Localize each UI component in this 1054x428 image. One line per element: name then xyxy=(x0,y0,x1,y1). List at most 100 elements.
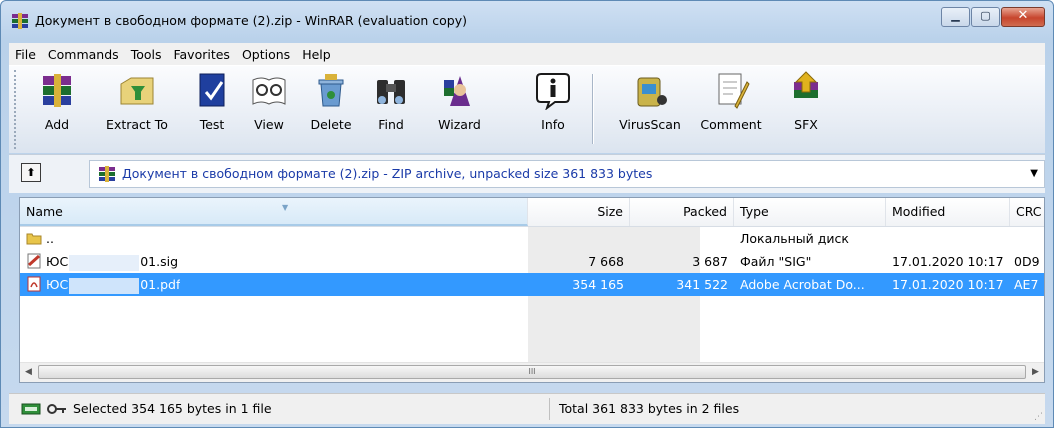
winrar-app-icon xyxy=(12,13,28,29)
menu-file[interactable]: File xyxy=(9,47,42,62)
wizard-button[interactable]: Wizard xyxy=(427,70,492,148)
maximize-icon: ▢ xyxy=(980,9,991,22)
scroll-thumb[interactable]: III xyxy=(38,365,1026,379)
toolbar: Add Extract To Test View Delete Find Wiz… xyxy=(9,65,1045,153)
wizard-icon xyxy=(443,76,470,106)
status-total-text: Total 361 833 bytes in 2 files xyxy=(559,401,740,416)
find-binoculars-icon xyxy=(377,80,405,104)
extract-to-button[interactable]: Extract To xyxy=(97,70,177,148)
column-header-type[interactable]: Type xyxy=(734,198,886,226)
window-title: Документ в свободном формате (2).zip - W… xyxy=(35,13,467,28)
column-header-modified[interactable]: Modified xyxy=(886,198,1010,226)
minimize-icon: ▁ xyxy=(951,9,960,22)
wizard-label: Wizard xyxy=(438,117,481,132)
info-button[interactable]: Info xyxy=(531,70,575,148)
menu-commands[interactable]: Commands xyxy=(42,47,125,62)
info-label: Info xyxy=(541,117,565,132)
menu-options[interactable]: Options xyxy=(236,47,296,62)
view-button[interactable]: View xyxy=(244,70,294,148)
test-icon xyxy=(199,73,225,107)
thumb-grip: III xyxy=(528,367,536,376)
file-name: ЮС 01.sig xyxy=(46,250,178,273)
file-modified: 17.01.2020 10:17 xyxy=(892,277,1004,292)
scroll-left-icon[interactable]: ◀ xyxy=(20,363,37,382)
minimize-button[interactable]: ▁ xyxy=(941,7,970,27)
file-row-sig[interactable]: ЮС 01.sig 7 668 3 687 Файл "SIG" 17.01.20… xyxy=(20,250,1044,273)
column-crc-label: CRC xyxy=(1016,204,1042,219)
column-header-name[interactable]: ▼ Name xyxy=(20,198,528,226)
find-button[interactable]: Find xyxy=(366,70,416,148)
sort-indicator-icon: ▼ xyxy=(282,203,289,212)
resize-grip-icon[interactable]: ⋰ xyxy=(1034,412,1043,422)
menu-help[interactable]: Help xyxy=(296,47,337,62)
zip-archive-icon xyxy=(99,166,115,182)
file-packed: 341 522 xyxy=(676,277,728,292)
menu-bar: File Commands Tools Favorites Options He… xyxy=(9,43,1045,65)
horizontal-scrollbar[interactable]: ◀ III ▶ xyxy=(20,362,1044,382)
up-one-level-button[interactable]: ⬆ xyxy=(21,163,41,182)
toolbar-separator xyxy=(592,74,594,144)
comment-button[interactable]: Comment xyxy=(691,70,771,148)
file-name-end: 01.sig xyxy=(140,254,179,269)
virusscan-label: VirusScan xyxy=(619,117,681,132)
view-icon xyxy=(252,77,286,105)
file-list: ▼ Name Size Packed Type Modified CRC .. … xyxy=(19,197,1045,383)
file-size: 7 668 xyxy=(588,254,624,269)
menu-tools[interactable]: Tools xyxy=(125,47,168,62)
column-name-label: Name xyxy=(26,204,63,219)
file-name-start: ЮС xyxy=(46,277,69,292)
test-label: Test xyxy=(199,117,225,132)
toolbar-grip[interactable] xyxy=(14,70,18,149)
chevron-down-icon[interactable]: ▼ xyxy=(1030,168,1038,179)
address-text: Документ в свободном формате (2).zip - Z… xyxy=(122,166,653,181)
column-size-label: Size xyxy=(597,204,623,219)
winrar-window: Документ в свободном формате (2).zip - W… xyxy=(0,0,1054,428)
sig-file-icon xyxy=(27,253,41,269)
column-header-crc[interactable]: CRC xyxy=(1010,198,1044,226)
menu-favorites[interactable]: Favorites xyxy=(167,47,235,62)
file-name-start: ЮС xyxy=(46,254,69,269)
column-type-label: Type xyxy=(740,204,769,219)
add-archive-icon xyxy=(43,74,71,107)
maximize-button[interactable]: ▢ xyxy=(971,7,1000,27)
file-crc: 0D9 xyxy=(1014,254,1040,269)
delete-button[interactable]: Delete xyxy=(301,70,361,148)
add-button[interactable]: Add xyxy=(27,70,87,148)
pdf-file-icon xyxy=(27,276,41,292)
close-icon: ✕ xyxy=(1017,8,1029,23)
file-type: Adobe Acrobat Do... xyxy=(740,277,865,292)
redacted-name-part xyxy=(69,254,140,271)
file-row-pdf[interactable]: ЮС 01.pdf 354 165 341 522 Adobe Acrobat D… xyxy=(20,273,1044,296)
column-header-row: ▼ Name Size Packed Type Modified CRC xyxy=(20,198,1044,227)
find-label: Find xyxy=(378,117,404,132)
key-icon xyxy=(47,404,66,414)
address-field[interactable]: Документ в свободном формате (2).zip - Z… xyxy=(89,160,1045,188)
file-packed: 3 687 xyxy=(692,254,728,269)
title-bar[interactable]: Документ в свободном формате (2).zip - W… xyxy=(1,1,1053,43)
scroll-right-icon[interactable]: ▶ xyxy=(1027,363,1044,382)
file-type: Файл "SIG" xyxy=(740,254,812,269)
sfx-label: SFX xyxy=(794,117,818,132)
column-header-size[interactable]: Size xyxy=(528,198,630,226)
file-name-end: 01.pdf xyxy=(140,277,181,292)
file-modified: 17.01.2020 10:17 xyxy=(892,254,1004,269)
virusscan-icon xyxy=(637,77,667,107)
status-bar: Selected 354 165 bytes in 1 file Total 3… xyxy=(9,393,1045,424)
status-left-pane: Selected 354 165 bytes in 1 file xyxy=(9,398,550,420)
sfx-button[interactable]: SFX xyxy=(781,70,831,148)
comment-label: Comment xyxy=(700,117,762,132)
sfx-icon xyxy=(794,71,818,98)
virusscan-button[interactable]: VirusScan xyxy=(615,70,685,148)
column-header-packed[interactable]: Packed xyxy=(630,198,734,226)
column-packed-label: Packed xyxy=(683,204,727,219)
test-button[interactable]: Test xyxy=(187,70,237,148)
view-label: View xyxy=(254,117,284,132)
file-row-parent[interactable]: .. Локальный диск xyxy=(20,227,1044,250)
delete-icon xyxy=(318,74,344,107)
drive-icon xyxy=(21,403,41,415)
close-button[interactable]: ✕ xyxy=(1001,7,1045,27)
delete-label: Delete xyxy=(310,117,352,132)
file-size: 354 165 xyxy=(572,277,624,292)
file-crc: AE7 xyxy=(1014,277,1039,292)
column-modified-label: Modified xyxy=(892,204,946,219)
